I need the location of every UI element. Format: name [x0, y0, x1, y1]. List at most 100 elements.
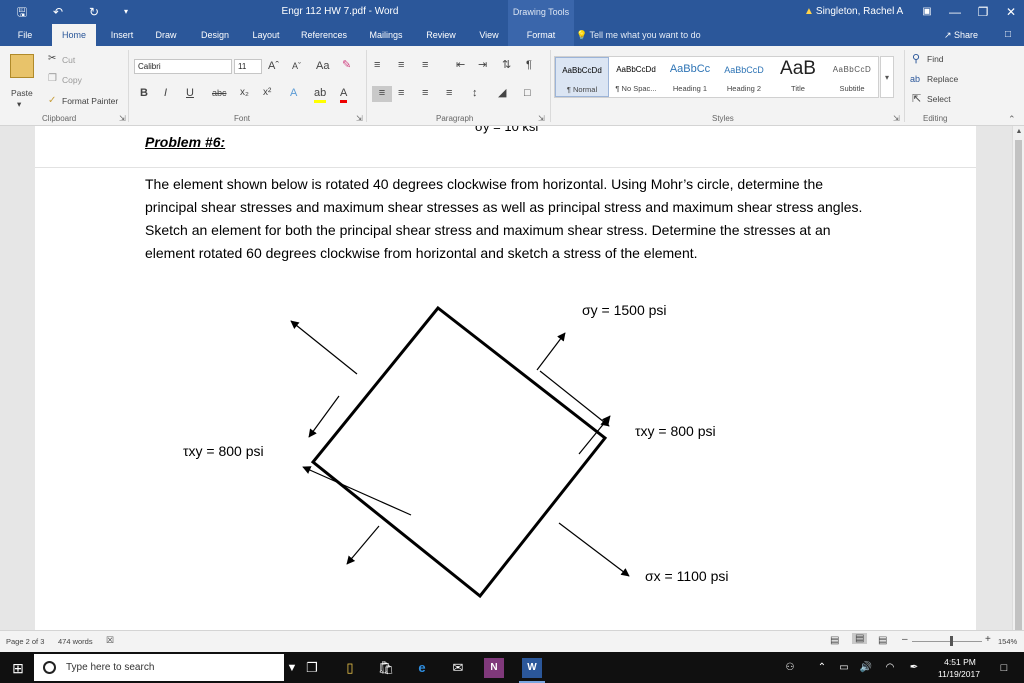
read-mode-icon[interactable]: ▤ [830, 635, 839, 646]
paste-dropdown-icon[interactable]: ▾ [17, 99, 21, 110]
tab-design[interactable]: Design [194, 24, 236, 46]
shrink-font-icon[interactable]: Aˇ [292, 59, 301, 73]
volume-icon[interactable]: 🔊 [856, 658, 876, 678]
store-icon[interactable]: 🛍 [376, 658, 396, 678]
underline-icon[interactable]: U [186, 86, 194, 100]
change-case-icon[interactable]: Aa [316, 59, 329, 73]
tab-draw[interactable]: Draw [148, 24, 184, 46]
increase-indent-icon[interactable]: ⇥ [478, 58, 487, 72]
tab-mailings[interactable]: Mailings [362, 24, 410, 46]
close-icon[interactable]: ✕ [1000, 2, 1022, 22]
style-heading-1[interactable]: AaBbCc Heading 1 [663, 57, 717, 97]
strikethrough-icon[interactable]: abc [212, 86, 227, 100]
tab-format[interactable]: Format [508, 24, 574, 46]
mail-icon[interactable]: ✉ [448, 658, 468, 678]
zoom-level[interactable]: 154% [998, 637, 1017, 646]
taskbar-search-box[interactable]: Type here to search [34, 654, 284, 681]
zoom-in-icon[interactable]: + [985, 634, 991, 645]
comments-icon[interactable]: □ [998, 24, 1018, 46]
style-heading-2[interactable]: AaBbCcD Heading 2 [717, 57, 771, 97]
copy-button[interactable]: Copy [62, 75, 82, 85]
document-page[interactable]: σy = 10 ksi Problem #6: The element show… [35, 126, 976, 630]
zoom-slider-thumb[interactable] [950, 636, 953, 646]
tab-insert[interactable]: Insert [104, 24, 140, 46]
battery-icon[interactable]: ▭ [834, 658, 854, 678]
replace-button[interactable]: Replace [927, 74, 958, 84]
print-layout-icon[interactable]: ▤ [852, 633, 868, 644]
grow-font-icon[interactable]: Aˆ [268, 59, 279, 73]
proofing-icon[interactable]: ☒ [106, 635, 114, 646]
web-layout-icon[interactable]: ▤ [878, 635, 887, 646]
page-count[interactable]: Page 2 of 3 [6, 637, 44, 646]
edge-icon[interactable]: e [412, 658, 432, 678]
bullets-icon[interactable]: ≡ [374, 58, 380, 72]
clipboard-launcher-icon[interactable]: ⇲ [119, 114, 126, 123]
styles-more-icon[interactable]: ▾ [880, 56, 894, 98]
cut-button[interactable]: Cut [62, 55, 75, 65]
windows-start-icon[interactable]: ⊞ [8, 658, 28, 678]
italic-icon[interactable]: I [164, 86, 167, 100]
format-painter-button[interactable]: Format Painter [62, 96, 118, 106]
tab-file[interactable]: File [10, 24, 40, 46]
zoom-slider[interactable] [912, 641, 982, 642]
sort-icon[interactable]: ⇅ [502, 58, 511, 72]
borders-icon[interactable]: □ [524, 86, 531, 100]
styles-launcher-icon[interactable]: ⇲ [893, 114, 900, 123]
style-subtitle[interactable]: AaBbCcD Subtitle [825, 57, 879, 97]
ribbon-display-options-icon[interactable]: ▣ [916, 2, 938, 22]
style-no-spacing[interactable]: AaBbCcDd ¶ No Spac... [609, 57, 663, 97]
clock-date[interactable]: 11/19/2017 [934, 669, 984, 679]
style-normal[interactable]: AaBbCcDd ¶ Normal [555, 57, 609, 97]
microphone-icon[interactable]: ▼ [282, 658, 302, 678]
font-launcher-icon[interactable]: ⇲ [356, 114, 363, 123]
show-hidden-icons-icon[interactable]: ⌃ [812, 658, 832, 678]
tab-view[interactable]: View [470, 24, 508, 46]
people-icon[interactable]: ⚇ [780, 658, 800, 678]
file-explorer-icon[interactable]: ▯ [340, 658, 360, 678]
zoom-out-icon[interactable]: – [902, 634, 908, 645]
decrease-indent-icon[interactable]: ⇤ [456, 58, 465, 72]
align-left-icon[interactable]: ≡ [372, 86, 392, 102]
bold-icon[interactable]: B [140, 86, 148, 100]
paragraph-launcher-icon[interactable]: ⇲ [538, 114, 545, 123]
align-right-icon[interactable]: ≡ [422, 86, 428, 100]
style-title[interactable]: AaB Title [771, 57, 825, 97]
minimize-icon[interactable]: — [944, 2, 966, 22]
justify-icon[interactable]: ≡ [446, 86, 452, 100]
font-name-select[interactable]: Calibri [134, 59, 232, 74]
tell-me-search[interactable]: 💡 Tell me what you want to do [576, 24, 701, 46]
word-count[interactable]: 474 words [58, 637, 93, 646]
highlight-icon[interactable]: ab [314, 86, 327, 103]
user-account[interactable]: ▲ Singleton, Rachel A [804, 6, 903, 17]
paste-button[interactable]: Paste [11, 88, 33, 98]
scroll-up-icon[interactable]: ▲ [1013, 126, 1024, 138]
task-view-icon[interactable]: ❐ [302, 658, 322, 678]
share-button[interactable]: ↗ Share [944, 24, 978, 46]
clear-formatting-icon[interactable]: ✎ [342, 58, 351, 72]
tab-review[interactable]: Review [420, 24, 462, 46]
tab-references[interactable]: References [296, 24, 352, 46]
show-hide-paragraph-icon[interactable]: ¶ [526, 58, 532, 72]
stress-element-figure[interactable]: σy = 1500 psi τxy = 800 psi τxy = 800 ps… [35, 126, 976, 630]
text-effects-icon[interactable]: A [290, 86, 297, 100]
multilevel-list-icon[interactable]: ≡ [422, 58, 428, 72]
clock-time[interactable]: 4:51 PM [940, 657, 980, 667]
font-color-icon[interactable]: A [340, 86, 348, 103]
shading-icon[interactable]: ◢ [498, 86, 506, 100]
wifi-icon[interactable]: ◠ [880, 658, 900, 678]
collapse-ribbon-icon[interactable]: ⌃ [1008, 114, 1016, 125]
superscript-icon[interactable]: x² [263, 86, 271, 100]
tab-home[interactable]: Home [52, 24, 96, 46]
paste-icon[interactable] [10, 54, 34, 78]
restore-icon[interactable]: ❐ [972, 2, 994, 22]
line-spacing-icon[interactable]: ↕ [472, 86, 478, 100]
word-icon[interactable]: W [522, 658, 542, 678]
scrollbar-thumb[interactable] [1015, 140, 1022, 630]
select-button[interactable]: Select [927, 94, 951, 104]
numbering-icon[interactable]: ≡ [398, 58, 404, 72]
tab-layout[interactable]: Layout [246, 24, 286, 46]
action-center-icon[interactable]: □ [994, 658, 1014, 678]
onenote-icon[interactable]: N [484, 658, 504, 678]
font-size-select[interactable]: 11 [234, 59, 262, 74]
pen-icon[interactable]: ✒ [904, 658, 924, 678]
